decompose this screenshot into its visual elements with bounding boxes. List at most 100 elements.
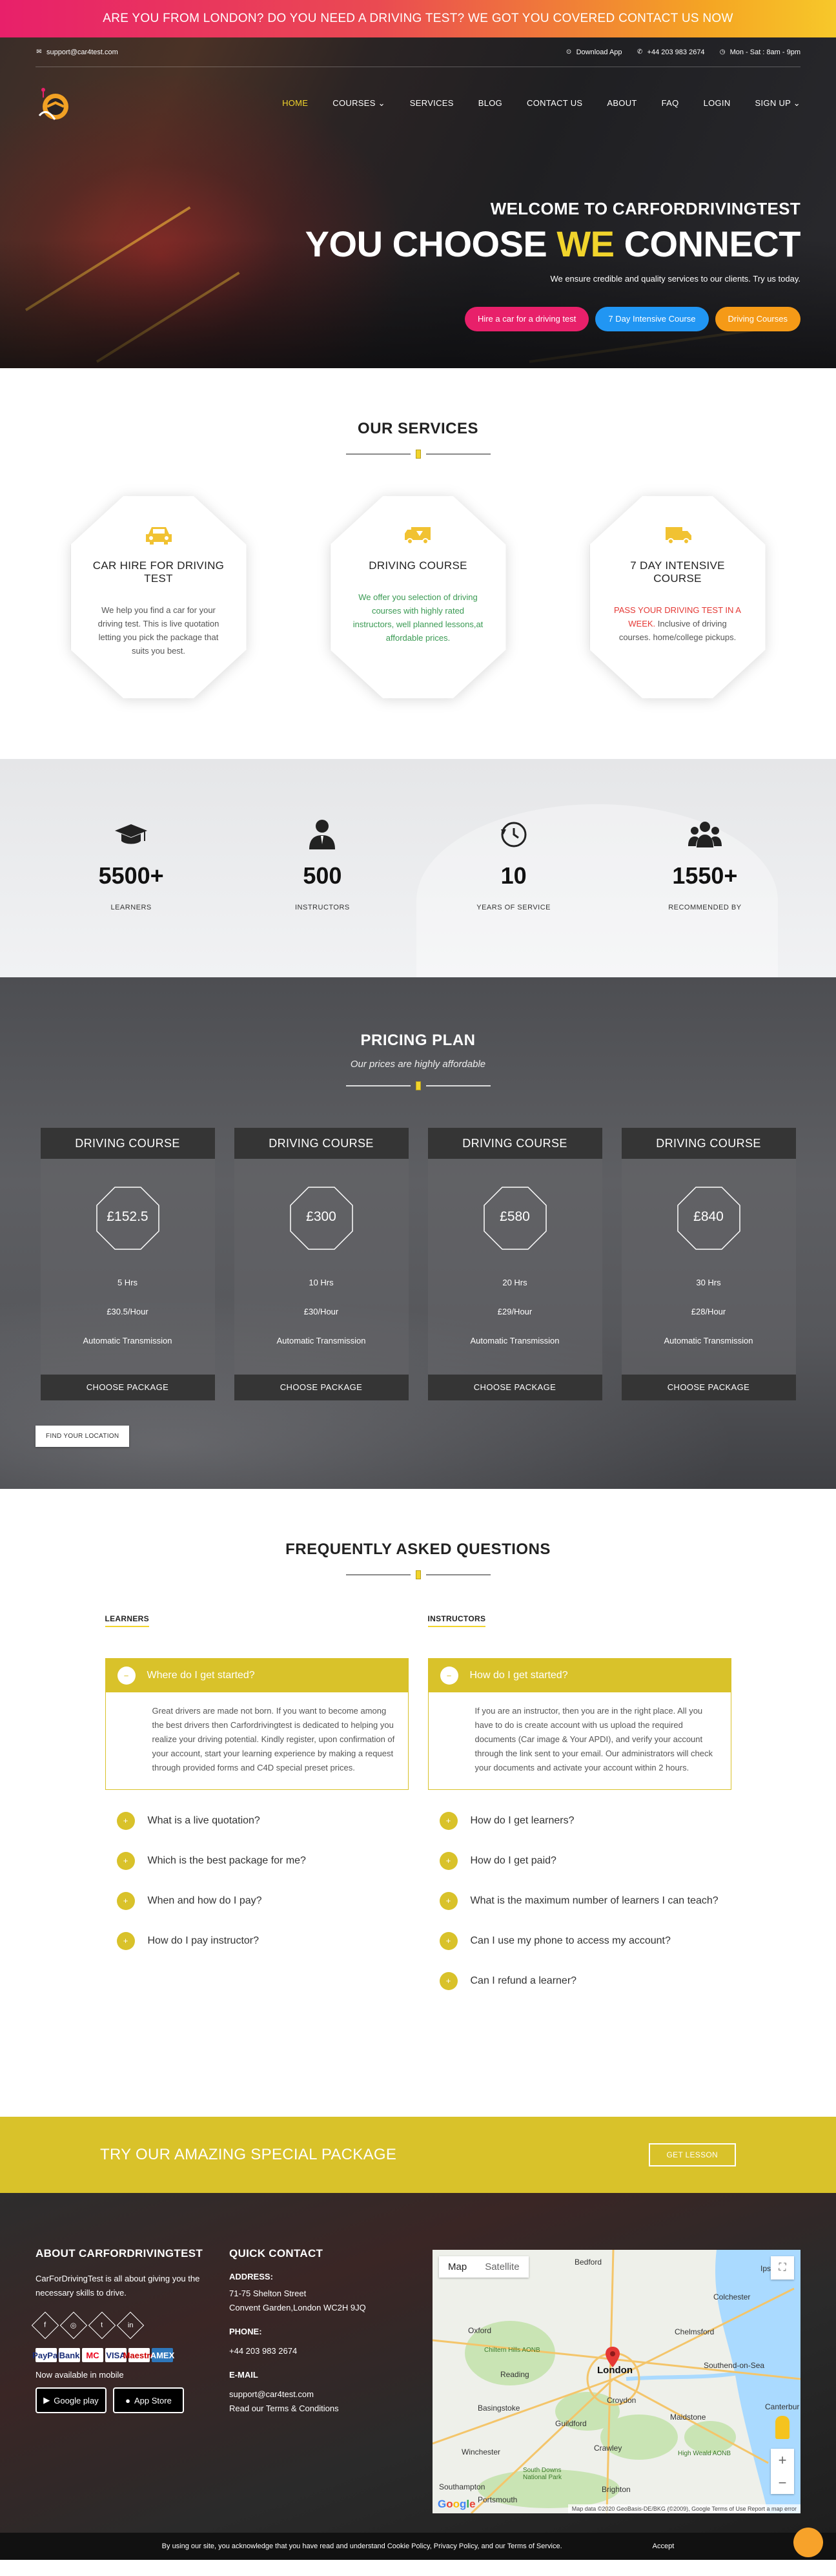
google-logo: Google (438, 2498, 476, 2510)
satellite-tab[interactable]: Satellite (476, 2256, 528, 2278)
nav-home[interactable]: HOME (282, 98, 308, 109)
address-line: Convent Garden,London WC2H 9JQ (229, 2303, 366, 2312)
terms-link[interactable]: Read our Terms & Conditions (229, 2402, 423, 2416)
graduation-cap-icon (66, 816, 196, 853)
faq-question-header[interactable]: − Where do I get started? (105, 1659, 408, 1692)
plan-name: DRIVING COURSE (234, 1128, 409, 1159)
find-location-button[interactable]: FIND YOUR LOCATION (36, 1426, 130, 1447)
fullscreen-icon[interactable]: ⛶ (771, 2256, 794, 2280)
nav-signup[interactable]: SIGN UP ⌄ (755, 98, 800, 109)
faq-item[interactable]: + How do I pay instructor? (105, 1932, 409, 1950)
nav-courses-label: COURSES (332, 98, 376, 108)
driving-courses-button[interactable]: Driving Courses (715, 307, 800, 331)
email-label: E-MAIL (229, 2370, 258, 2380)
app-store-badges: ▶ Google play ● App Store (36, 2387, 229, 2413)
map-place: Chiltern Hills AONB (484, 2347, 540, 2354)
faq-item[interactable]: + How do I get paid? (428, 1852, 731, 1870)
google-play-button[interactable]: ▶ Google play (36, 2387, 107, 2413)
zoom-out-icon[interactable]: − (771, 2471, 794, 2494)
map-place: High Weald AONB (678, 2450, 731, 2457)
service-title: 7 DAY INTENSIVE COURSE (630, 559, 725, 585)
download-app-link[interactable]: ⊙ Download App (566, 48, 622, 56)
linkedin-link[interactable]: in (116, 2311, 145, 2340)
service-card[interactable]: DRIVING COURSE We offer you selection of… (330, 496, 506, 698)
faq-item[interactable]: + Can I use my phone to access my account… (428, 1932, 731, 1950)
faq-question: Which is the best package for me? (147, 1855, 306, 1866)
facebook-link[interactable]: f (31, 2311, 59, 2340)
map-place: Winchester (462, 2447, 501, 2457)
service-title: DRIVING COURSE (369, 559, 467, 572)
instagram-link[interactable]: ◎ (59, 2311, 88, 2340)
faq-question: How do I get learners? (470, 1815, 575, 1826)
cookie-accept-button[interactable]: Accept (653, 2542, 675, 2550)
faq-item[interactable]: + Can I refund a learner? (428, 1972, 731, 1990)
top-banner[interactable]: ARE YOU FROM LONDON? DO YOU NEED A DRIVI… (0, 0, 836, 37)
banner-text: ARE YOU FROM LONDON? DO YOU NEED A DRIVI… (103, 12, 733, 25)
faq-column-heading-text: LEARNERS (105, 1614, 149, 1627)
email-link[interactable]: ✉ support@car4test.com (36, 48, 118, 56)
nav-about[interactable]: ABOUT (607, 98, 637, 109)
road-line (25, 206, 191, 311)
footer-email[interactable]: support@car4test.com (229, 2387, 423, 2402)
plus-icon: + (439, 1852, 458, 1870)
choose-package-button[interactable]: CHOOSE PACKAGE (40, 1375, 215, 1400)
stats-list: 5500+ LEARNERS 500 INSTRUCTORS 10 YEARS … (36, 816, 800, 911)
footer-phone[interactable]: +44 203 983 2674 (229, 2344, 423, 2358)
special-package-text: TRY OUR AMAZING SPECIAL PACKAGE (100, 2146, 397, 2163)
faq-instructors-column: INSTRUCTORS − How do I get started? If yo… (427, 1614, 731, 1990)
title-divider (0, 450, 836, 459)
nav-faq[interactable]: FAQ (662, 98, 679, 109)
nav-courses[interactable]: COURSES ⌄ (332, 98, 385, 109)
nav-services[interactable]: SERVICES (410, 98, 454, 109)
nav-contact[interactable]: CONTACT US (527, 98, 582, 109)
faq-item[interactable]: + How do I get learners? (428, 1812, 731, 1830)
service-card[interactable]: CAR HIRE FOR DRIVING TEST We help you fi… (70, 496, 247, 698)
location-map[interactable]: Map Satellite ⛶ Bedford Ipsw Colchester … (433, 2250, 800, 2513)
faq-item[interactable]: + What is a live quotation? (105, 1812, 409, 1830)
app-store-button[interactable]: ● App Store (113, 2387, 184, 2413)
faq-item[interactable]: + When and how do I pay? (105, 1892, 409, 1910)
faq-item-expanded: − How do I get started? If you are an ins… (427, 1658, 731, 1790)
choose-package-button[interactable]: CHOOSE PACKAGE (234, 1375, 409, 1400)
mastercard-icon: MC (82, 2348, 103, 2362)
hero-buttons: Hire a car for a driving test 7 Day Inte… (305, 307, 800, 331)
hero-headline-part: CONNECT (614, 223, 801, 264)
instructor-icon (258, 816, 387, 853)
service-card[interactable]: 7 DAY INTENSIVE COURSE PASS YOUR DRIVING… (589, 496, 766, 698)
minus-icon: − (117, 1667, 136, 1685)
hero-section: ✉ support@car4test.com ⊙ Download App ✆ +44… (0, 37, 836, 368)
google-play-label: Google play (54, 2395, 99, 2405)
chat-widget-icon[interactable] (793, 2528, 823, 2557)
choose-package-button[interactable]: CHOOSE PACKAGE (427, 1375, 602, 1400)
faq-item[interactable]: + Which is the best package for me? (105, 1852, 409, 1870)
plan-rate: £28/Hour (691, 1307, 726, 1316)
nav-blog[interactable]: BLOG (478, 98, 502, 109)
twitter-link[interactable]: t (88, 2311, 116, 2340)
site-logo[interactable] (36, 83, 73, 123)
plus-icon: + (439, 1812, 458, 1830)
map-place: Southampton (439, 2482, 485, 2491)
faq-section: FREQUENTLY ASKED QUESTIONS LEARNERS − Whe… (0, 1489, 836, 2117)
footer-about-title: ABOUT CARFORDRIVINGTEST (36, 2247, 203, 2259)
stat-item: 500 INSTRUCTORS (258, 816, 387, 911)
faq-learners-column: LEARNERS − Where do I get started? Great … (105, 1614, 409, 1990)
faq-column-heading: LEARNERS (105, 1614, 409, 1628)
nav-login[interactable]: LOGIN (704, 98, 731, 109)
mobile-availability: Now available in mobile (36, 2370, 124, 2380)
phone-link[interactable]: ✆ +44 203 983 2674 (637, 48, 705, 56)
pricing-section: PRICING PLAN Our prices are highly affor… (0, 977, 836, 1489)
faq-item[interactable]: + What is the maximum number of learners … (428, 1892, 731, 1910)
map-background (433, 2250, 800, 2513)
street-view-icon[interactable] (775, 2416, 790, 2439)
intensive-course-button[interactable]: 7 Day Intensive Course (595, 307, 709, 331)
hire-car-button[interactable]: Hire a car for a driving test (464, 307, 589, 331)
get-lesson-button[interactable]: GET LESSON (648, 2143, 736, 2166)
map-tab[interactable]: Map (439, 2256, 476, 2278)
faq-question-header[interactable]: − How do I get started? (428, 1659, 731, 1692)
plan-rate: £30.5/Hour (107, 1307, 148, 1316)
choose-package-button[interactable]: CHOOSE PACKAGE (621, 1375, 796, 1400)
plan-transmission: Automatic Transmission (664, 1336, 753, 1345)
zoom-in-icon[interactable]: + (771, 2449, 794, 2471)
chevron-down-icon: ⌄ (378, 98, 385, 108)
map-pin-icon[interactable] (606, 2347, 620, 2367)
